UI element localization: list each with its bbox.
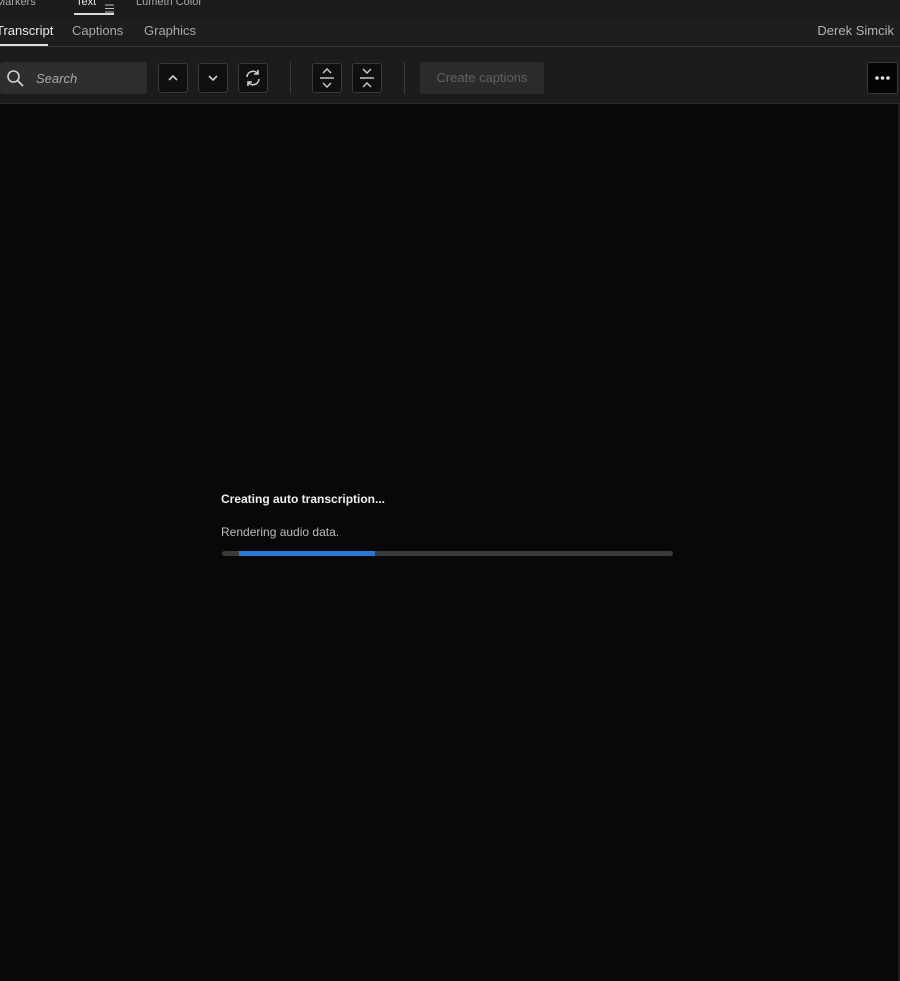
toolbar-divider — [290, 62, 291, 94]
refresh-button[interactable] — [238, 63, 268, 93]
active-sub-tab-indicator — [0, 44, 48, 46]
collapse-icon — [360, 68, 374, 88]
panel-tab-lumetri-color[interactable]: Lumetri Color — [136, 0, 202, 8]
progress-title: Creating auto transcription... — [221, 492, 386, 506]
collapse-segments-button[interactable] — [352, 63, 382, 93]
search-input[interactable] — [36, 68, 141, 88]
tab-captions[interactable]: Captions — [72, 23, 123, 38]
expand-icon — [320, 68, 334, 88]
search-icon — [6, 69, 24, 87]
panel-tab-bar: Markers Text Lumetri Color — [0, 0, 900, 18]
more-icon — [875, 76, 890, 80]
refresh-icon — [246, 70, 260, 86]
transcript-panel: Markers Text Lumetri Color Transcript Ca… — [0, 0, 900, 981]
tab-transcript[interactable]: Transcript — [0, 23, 53, 38]
progress-bar — [222, 551, 673, 556]
tab-graphics[interactable]: Graphics — [144, 23, 196, 38]
user-name: Derek Simcik — [817, 23, 894, 38]
panel-menu-icon[interactable] — [105, 0, 114, 13]
panel-tab-text[interactable]: Text — [76, 0, 96, 8]
chevron-down-icon — [208, 75, 218, 82]
panel-tab-markers[interactable]: Markers — [0, 0, 36, 8]
transcript-content-area: Creating auto transcription... Rendering… — [0, 104, 900, 981]
next-result-button[interactable] — [198, 63, 228, 93]
chevron-up-icon — [168, 74, 178, 81]
previous-result-button[interactable] — [158, 63, 188, 93]
sub-tab-bar: Transcript Captions Graphics Derek Simci… — [0, 18, 900, 47]
search-box[interactable] — [0, 62, 147, 94]
progress-bar-fill — [239, 551, 376, 556]
more-options-button[interactable] — [867, 62, 898, 94]
toolbar-divider — [404, 62, 405, 94]
transcript-toolbar: Create captions — [0, 47, 900, 104]
progress-status: Rendering audio data. — [221, 525, 340, 539]
active-panel-tab-indicator — [74, 13, 114, 15]
expand-segments-button[interactable] — [312, 63, 342, 93]
create-captions-button[interactable]: Create captions — [420, 62, 544, 94]
